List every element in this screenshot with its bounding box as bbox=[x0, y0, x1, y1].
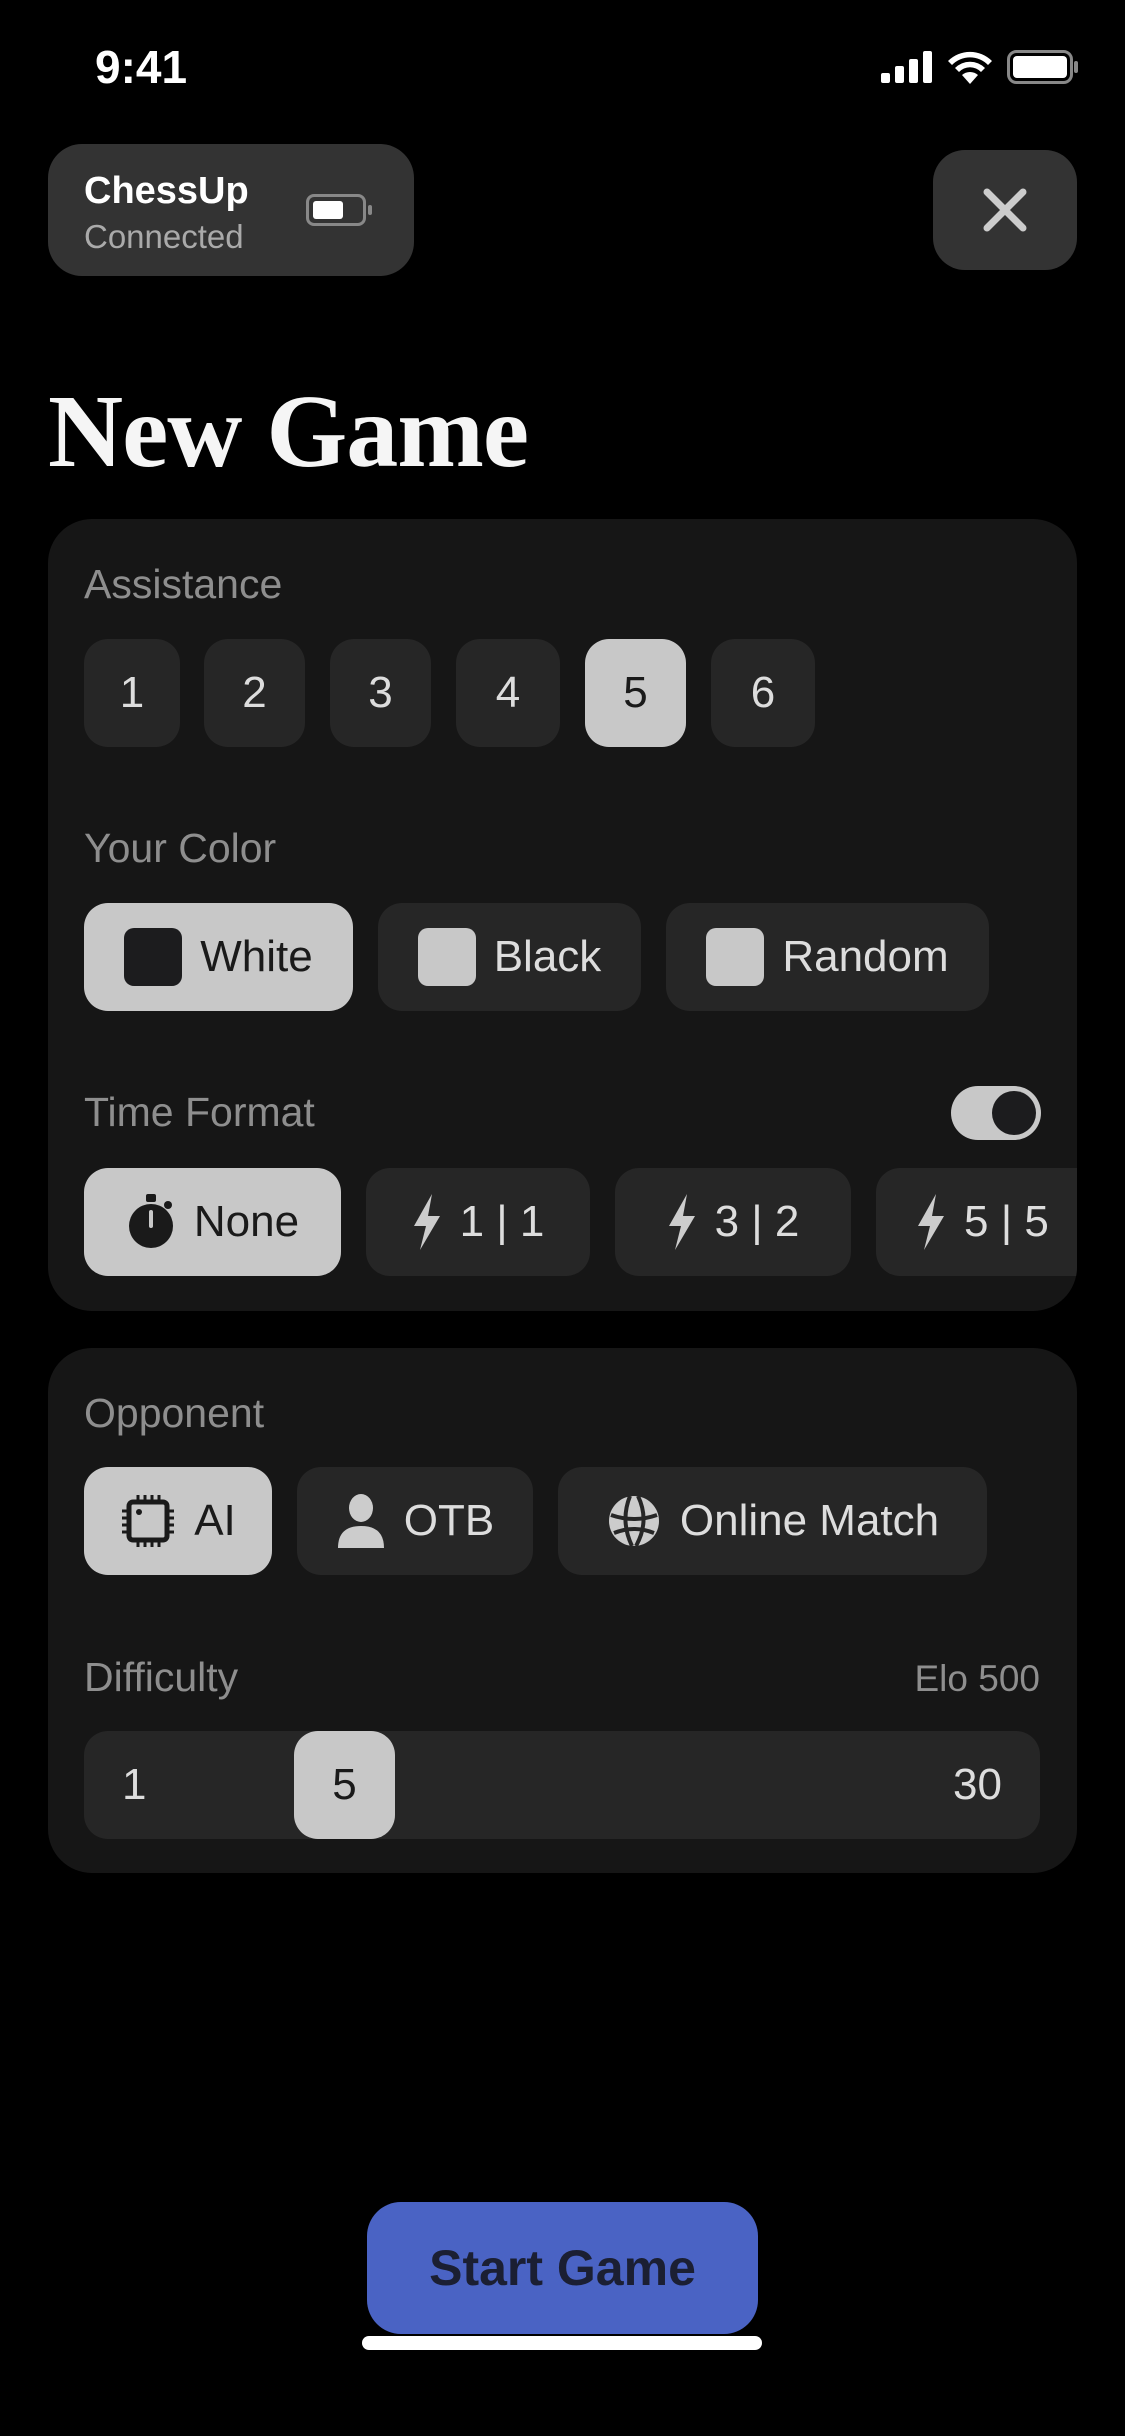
option-label: Online Match bbox=[679, 1496, 940, 1545]
start-game-button[interactable]: Start Game bbox=[367, 2202, 758, 2334]
page-title: New Game bbox=[48, 374, 529, 489]
time-option-none[interactable]: None bbox=[84, 1168, 341, 1276]
time-option-5-5[interactable]: 5 | 5 bbox=[876, 1168, 1077, 1276]
globe-icon bbox=[608, 1495, 659, 1547]
close-button[interactable] bbox=[933, 150, 1077, 270]
black-swatch-icon bbox=[417, 928, 476, 986]
opponent-label: Opponent bbox=[84, 1390, 265, 1436]
elo-rating: Elo 500 bbox=[914, 1658, 1041, 1699]
device-status-pill[interactable]: ChessUp Connected bbox=[48, 144, 414, 276]
color-label: Your Color bbox=[84, 825, 277, 871]
signal-icon bbox=[881, 51, 932, 83]
slider-max: 30 bbox=[953, 1760, 1002, 1809]
color-option-black[interactable]: Black bbox=[378, 903, 641, 1011]
assistance-option-5[interactable]: 5 bbox=[585, 639, 686, 747]
wifi-icon bbox=[948, 51, 992, 84]
option-label: 3 | 2 bbox=[714, 1197, 800, 1246]
time-option-3-2[interactable]: 3 | 2 bbox=[615, 1168, 851, 1276]
stopwatch-icon bbox=[128, 1194, 173, 1248]
lightning-icon bbox=[413, 1194, 440, 1250]
lightning-icon bbox=[918, 1194, 944, 1250]
difficulty-slider[interactable]: 1 30 5 bbox=[84, 1731, 1040, 1839]
assistance-option-3[interactable]: 3 bbox=[330, 639, 431, 747]
device-name: ChessUp bbox=[84, 170, 249, 212]
option-label: None bbox=[193, 1197, 300, 1246]
opponent-option-ai[interactable]: AI bbox=[84, 1467, 272, 1575]
assistance-option-1[interactable]: 1 bbox=[84, 639, 180, 747]
option-label: AI bbox=[194, 1496, 236, 1545]
color-option-random[interactable]: Random bbox=[666, 903, 989, 1011]
option-label: Black bbox=[493, 932, 602, 981]
option-label: 5 | 5 bbox=[964, 1197, 1049, 1246]
close-icon bbox=[983, 188, 1027, 232]
option-label: White bbox=[200, 932, 313, 981]
opponent-card: Opponent AI OTB Online Match Difficulty … bbox=[48, 1348, 1077, 1873]
battery-icon bbox=[1007, 50, 1078, 84]
assistance-option-6[interactable]: 6 bbox=[711, 639, 815, 747]
assistance-option-2[interactable]: 2 bbox=[204, 639, 305, 747]
status-icons bbox=[881, 50, 1079, 84]
option-label: OTB bbox=[403, 1496, 495, 1545]
difficulty-label: Difficulty bbox=[84, 1654, 239, 1700]
option-label: 1 | 1 bbox=[459, 1197, 545, 1246]
home-indicator bbox=[362, 2336, 762, 2350]
device-battery-icon bbox=[306, 194, 372, 226]
assistance-label: Assistance bbox=[84, 561, 283, 607]
slider-thumb[interactable]: 5 bbox=[294, 1731, 395, 1839]
lightning-icon bbox=[668, 1194, 695, 1250]
color-option-white[interactable]: White bbox=[84, 903, 353, 1011]
status-time: 9:41 bbox=[95, 41, 188, 93]
opponent-option-otb[interactable]: OTB bbox=[297, 1467, 533, 1575]
white-swatch-icon bbox=[124, 928, 183, 986]
opponent-option-online-match[interactable]: Online Match bbox=[558, 1467, 987, 1575]
time-format-toggle[interactable] bbox=[951, 1086, 1041, 1140]
person-icon bbox=[337, 1494, 384, 1548]
random-swatch-icon bbox=[706, 928, 765, 986]
game-settings-card: Assistance 1 2 3 4 5 6 Your Color White … bbox=[48, 519, 1077, 1311]
assistance-option-4[interactable]: 4 bbox=[456, 639, 560, 747]
time-option-1-1[interactable]: 1 | 1 bbox=[366, 1168, 590, 1276]
chip-icon bbox=[122, 1495, 175, 1547]
option-label: Random bbox=[782, 932, 949, 981]
time-format-label: Time Format bbox=[84, 1089, 315, 1135]
device-status: Connected bbox=[84, 218, 244, 255]
slider-min: 1 bbox=[122, 1760, 147, 1809]
